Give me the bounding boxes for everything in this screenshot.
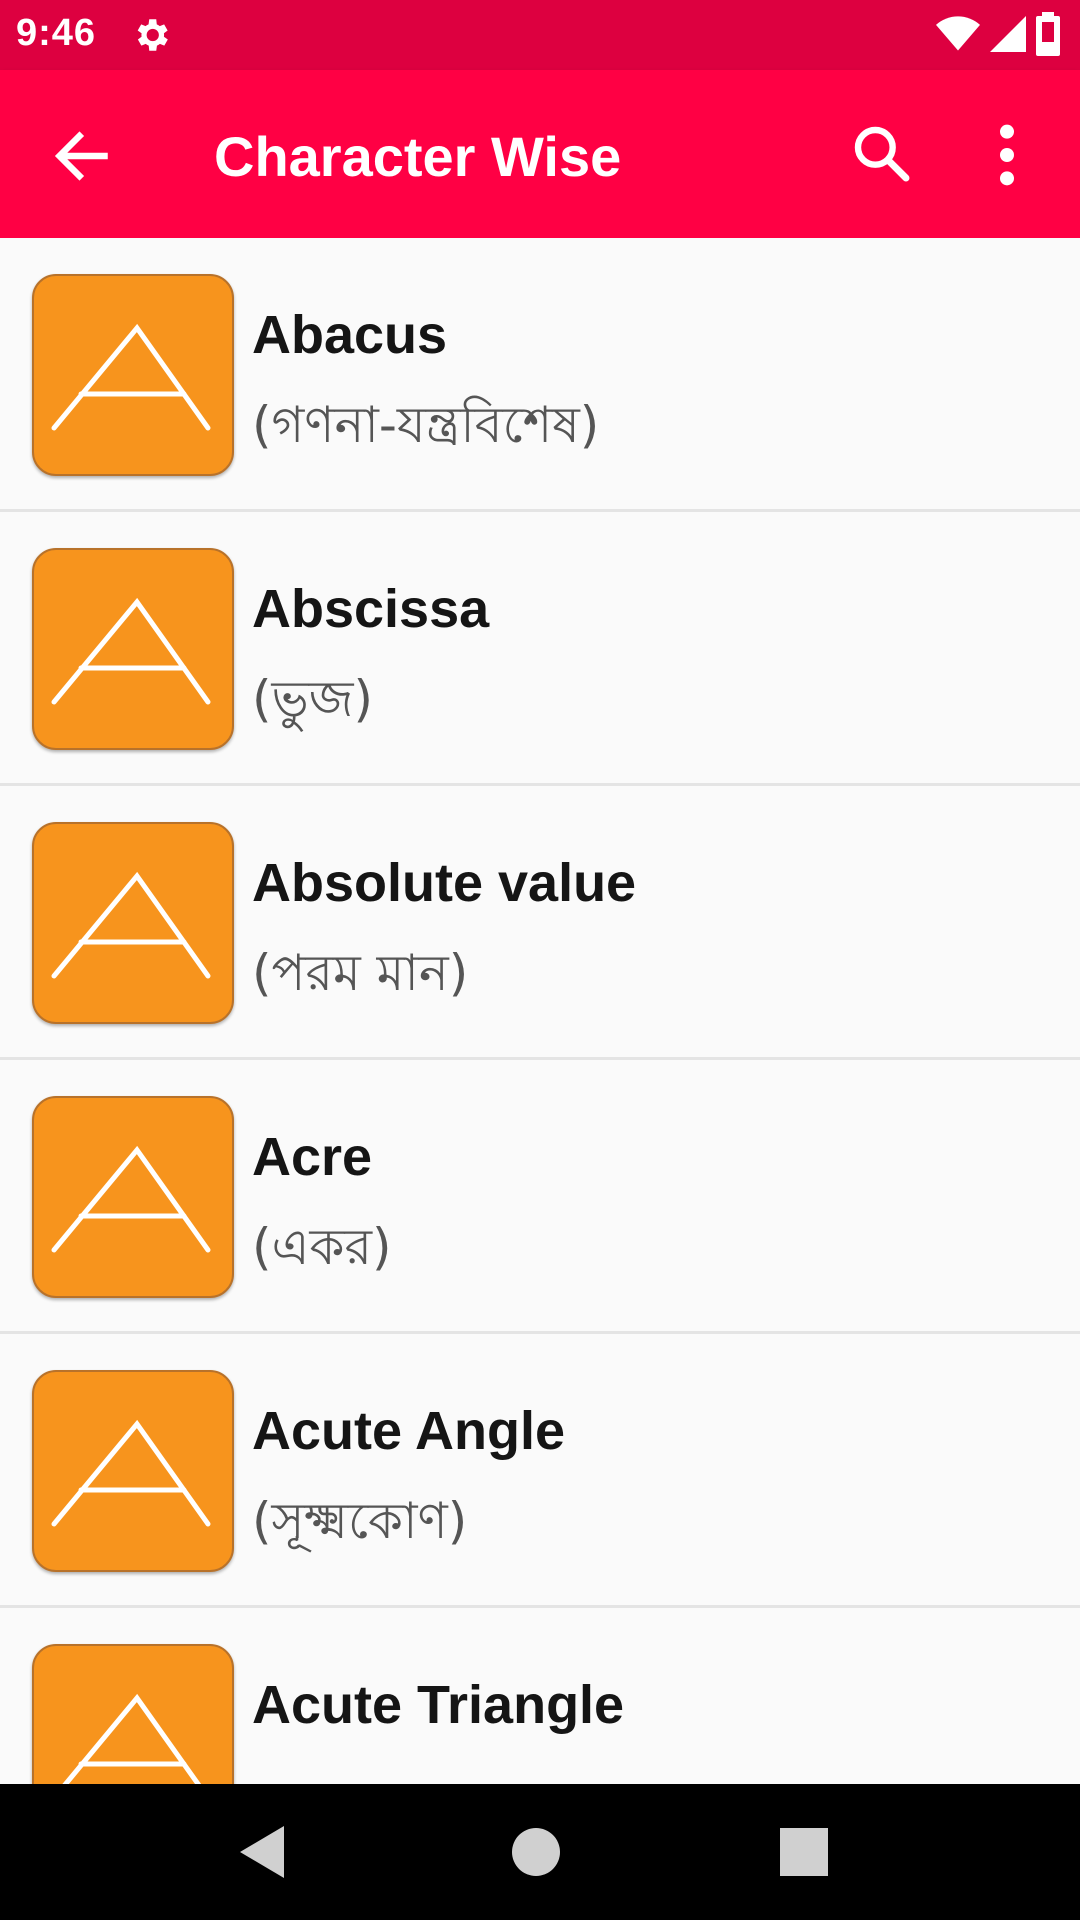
navigation-bar <box>0 1784 1080 1920</box>
list-item[interactable]: Acute Triangle <box>0 1608 1080 1784</box>
meaning-label: (সূক্ষ্মকোণ) <box>252 1492 468 1550</box>
list-item[interactable]: Acre (একর) <box>0 1060 1080 1334</box>
meaning-label: (গণনা-যন্ত্রবিশেষ) <box>252 396 600 454</box>
nav-recents-icon[interactable] <box>780 1828 828 1876</box>
signal-icon <box>990 16 1026 52</box>
meaning-label: (ভুজ) <box>252 670 374 728</box>
list-item[interactable]: Absolute value (পরম মান) <box>0 786 1080 1060</box>
meaning-label: (পরম মান) <box>252 944 469 1002</box>
letter-a-icon <box>32 1096 234 1298</box>
battery-icon <box>1036 12 1060 56</box>
term-label: Acre <box>252 1127 373 1187</box>
letter-a-icon <box>32 1370 234 1572</box>
nav-home-icon[interactable] <box>512 1828 560 1876</box>
letter-a-icon <box>32 822 234 1024</box>
search-icon[interactable] <box>850 122 914 186</box>
settings-gear-icon <box>137 19 168 51</box>
nav-back-icon[interactable] <box>240 1826 288 1878</box>
status-time: 9:46 <box>16 12 97 54</box>
back-arrow-icon[interactable] <box>52 126 112 186</box>
term-label: Abscissa <box>252 579 490 639</box>
letter-a-icon <box>32 548 234 750</box>
term-list: Abacus (গণনা-যন্ত্রবিশেষ) Abscissa (ভুজ) Abs… <box>0 238 1080 1784</box>
app-bar: Character Wise <box>0 70 1080 238</box>
list-item[interactable]: Abacus (গণনা-যন্ত্রবিশেষ) <box>0 238 1080 512</box>
page-title: Character Wise <box>214 125 622 188</box>
letter-a-icon <box>32 274 234 476</box>
wifi-icon <box>936 16 980 51</box>
term-label: Absolute value <box>252 853 637 913</box>
list-item[interactable]: Abscissa (ভুজ) <box>0 512 1080 786</box>
term-label: Abacus <box>252 305 448 365</box>
status-bar: 9:46 <box>0 0 1080 70</box>
term-label: Acute Angle <box>252 1401 566 1461</box>
letter-a-icon <box>32 1644 234 1784</box>
list-item[interactable]: Acute Angle (সূক্ষ্মকোণ) <box>0 1334 1080 1608</box>
more-options-icon[interactable] <box>982 120 1032 190</box>
meaning-label: (একর) <box>252 1218 392 1276</box>
term-label: Acute Triangle <box>252 1675 625 1735</box>
